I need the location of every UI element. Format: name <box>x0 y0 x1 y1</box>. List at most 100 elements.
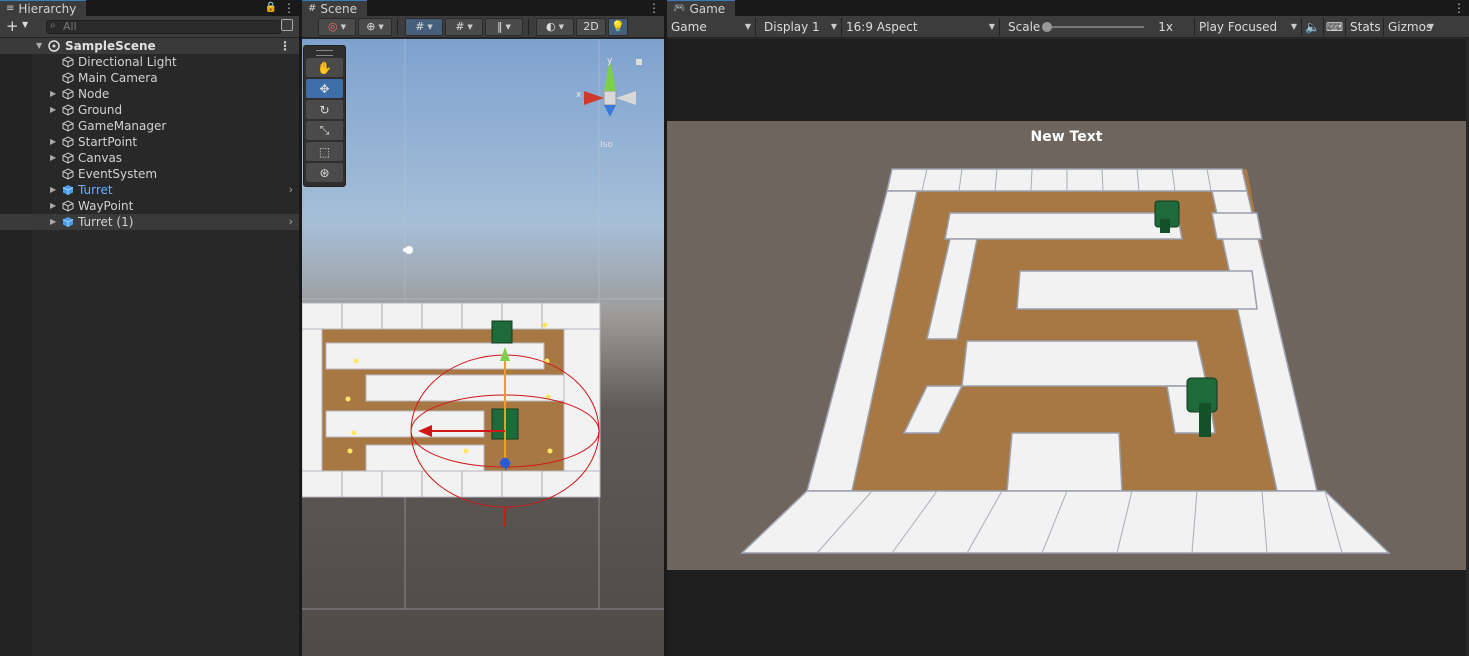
gameobject-cube-icon <box>62 168 74 180</box>
panel-menu-icon[interactable]: ⋮ <box>283 0 295 16</box>
item-label: Turret <box>78 183 113 197</box>
chevron-down-icon: ▼ <box>1427 22 1434 31</box>
panel-menu-icon[interactable]: ⋮ <box>1453 0 1465 16</box>
game-tabbar: 🎮 Game ⋮ <box>667 0 1469 16</box>
hierarchy-item-waypoint[interactable]: ▶ WayPoint <box>0 198 299 214</box>
hierarchy-item-eventsystem[interactable]: EventSystem <box>0 166 299 182</box>
hierarchy-item-gamemanager[interactable]: GameManager <box>0 118 299 134</box>
toolbar-divider <box>528 18 529 35</box>
chevron-down-icon[interactable]: ▼ <box>22 20 28 29</box>
view-mode-label[interactable]: Iso <box>600 140 613 150</box>
scale-slider[interactable] <box>1042 18 1152 36</box>
scale-slider-knob[interactable] <box>1042 21 1053 32</box>
gameobject-cube-icon <box>62 104 74 116</box>
aspect-value: 16:9 Aspect <box>846 19 918 34</box>
chevron-down-icon: ▼ <box>744 22 751 31</box>
tab-game[interactable]: 🎮 Game <box>667 0 736 16</box>
chevron-down-icon: ▼ <box>830 22 837 31</box>
game-letterbox-bottom <box>667 570 1466 656</box>
chevron-down-icon: ▼ <box>467 22 473 31</box>
tab-scene[interactable]: # Scene <box>302 0 367 16</box>
overlay-grip[interactable] <box>316 50 333 56</box>
expand-arrow-icon[interactable]: ▶ <box>50 198 56 214</box>
prefab-cube-icon <box>62 185 74 195</box>
chevron-down-icon: ▼ <box>378 22 384 31</box>
chevron-right-icon[interactable]: › <box>289 214 293 230</box>
game-viewport[interactable]: New Text <box>667 121 1466 570</box>
grid-snap-toggle[interactable]: # ▼ <box>405 17 443 36</box>
hierarchy-item-startpoint[interactable]: ▶ StartPoint <box>0 134 299 150</box>
scale-label: Scale <box>1008 19 1041 34</box>
aspect-dropdown[interactable]: 16:9 Aspect ▼ <box>842 17 1000 36</box>
rotate-icon: ↻ <box>319 102 330 117</box>
tab-hierarchy[interactable]: ≡ Hierarchy <box>0 0 87 16</box>
scene-viewport[interactable]: x y Iso ✋ ✥ ↻ ⤡ ⬚ ⊛ <box>302 39 664 656</box>
hand-tool-button[interactable]: ✋ <box>306 58 343 77</box>
move-tool-button[interactable]: ✥ <box>306 79 343 98</box>
hierarchy-item-canvas[interactable]: ▶ Canvas <box>0 150 299 166</box>
hierarchy-item-main-camera[interactable]: Main Camera <box>0 70 299 86</box>
expand-arrow-icon[interactable]: ▶ <box>50 214 56 230</box>
move-icon: ✥ <box>319 81 330 96</box>
lightbulb-icon: 💡 <box>611 20 625 33</box>
expand-arrow-icon[interactable]: ▶ <box>50 150 56 166</box>
transform-tool-button[interactable]: ⊛ <box>306 163 343 182</box>
global-toggle[interactable]: ⊕ ▼ <box>358 17 392 36</box>
hierarchy-panel: ≡ Hierarchy 🔒 ⋮ + ▼ ⌕ All ▼ SampleScene … <box>0 0 299 656</box>
lock-icon[interactable]: 🔒 <box>265 0 277 16</box>
rect-tool-button[interactable]: ⬚ <box>306 142 343 161</box>
display-value: Display 1 <box>764 19 820 34</box>
rotate-tool-button[interactable]: ↻ <box>306 100 343 119</box>
scale-icon: ⤡ <box>319 123 330 137</box>
orientation-gizmo[interactable] <box>584 59 642 117</box>
gizmo-axis-x: x <box>576 90 582 100</box>
game-tab-label: Game <box>689 1 726 16</box>
game-mode-dropdown[interactable]: Game ▼ <box>667 17 756 36</box>
stats-button[interactable]: Stats <box>1346 17 1384 36</box>
hierarchy-search-input[interactable]: ⌕ All <box>46 20 282 34</box>
scene-toolbar: ◎ ▼ ⊕ ▼ # ▼ # ▼ ‖ ▼ ◐ ▼ 2D 💡 <box>302 16 664 38</box>
item-label: Ground <box>78 103 123 117</box>
gamepad-icon: 🎮 <box>673 2 686 14</box>
item-label: StartPoint <box>78 135 138 149</box>
draw-mode-dropdown[interactable]: ◎ ▼ <box>318 17 356 36</box>
hierarchy-item-turret[interactable]: ▶ Turret › <box>0 182 299 198</box>
hierarchy-item-node[interactable]: ▶ Node <box>0 86 299 102</box>
add-object-button[interactable]: + <box>6 18 19 34</box>
grid-icon: # <box>415 20 425 33</box>
rect-icon: ⬚ <box>318 144 331 159</box>
expand-arrow-icon[interactable]: ▶ <box>50 182 56 198</box>
chevron-down-icon: ▼ <box>340 22 346 31</box>
grid-visibility-toggle[interactable]: # ▼ <box>445 17 483 36</box>
expand-arrow-icon[interactable]: ▶ <box>50 134 56 150</box>
ruler-icon: ‖ <box>497 20 503 33</box>
scale-control: Scale 1x <box>1000 17 1195 36</box>
expand-arrow-icon[interactable]: ▶ <box>50 102 56 118</box>
scene-lighting-toggle[interactable]: 💡 <box>608 17 628 36</box>
mute-audio-toggle[interactable]: 🔈 <box>1302 17 1324 36</box>
scene-visibility-icon[interactable] <box>281 19 293 31</box>
hierarchy-item-directional-light[interactable]: Directional Light <box>0 54 299 70</box>
scene-menu-icon[interactable]: ⋮ <box>279 38 291 54</box>
shading-mode-dropdown[interactable]: ◐ ▼ <box>536 17 574 36</box>
keyboard-shortcuts-toggle[interactable]: ⌨ <box>1324 17 1346 36</box>
chevron-right-icon[interactable]: › <box>289 182 293 198</box>
play-mode-dropdown[interactable]: Play Focused ▼ <box>1195 17 1302 36</box>
hierarchy-scene-row[interactable]: ▼ SampleScene ⋮ <box>0 38 299 54</box>
hierarchy-item-turret-1[interactable]: ▶ Turret (1) › <box>0 214 299 230</box>
panel-menu-icon[interactable]: ⋮ <box>648 0 660 16</box>
display-dropdown[interactable]: Display 1 ▼ <box>756 17 842 36</box>
gameobject-cube-icon <box>62 72 74 84</box>
hierarchy-item-ground[interactable]: ▶ Ground <box>0 102 299 118</box>
item-label: Node <box>78 87 110 101</box>
scene-panel: # Scene ⋮ ◎ ▼ ⊕ ▼ # ▼ # ▼ ‖ ▼ ◐ ▼ 2D 💡 x… <box>302 0 664 656</box>
expand-arrow-icon[interactable]: ▶ <box>50 86 56 102</box>
chevron-down-icon: ▼ <box>505 22 511 31</box>
scale-tool-button[interactable]: ⤡ <box>306 121 343 140</box>
toggle-2d-button[interactable]: 2D <box>576 17 606 36</box>
gizmos-dropdown[interactable]: Gizmos ▼ <box>1384 18 1438 36</box>
expand-arrow-icon[interactable]: ▼ <box>36 38 42 54</box>
increment-snap-toggle[interactable]: ‖ ▼ <box>485 17 523 36</box>
scene-canvas[interactable]: x y Iso <box>302 39 664 656</box>
item-label: GameManager <box>78 119 167 133</box>
